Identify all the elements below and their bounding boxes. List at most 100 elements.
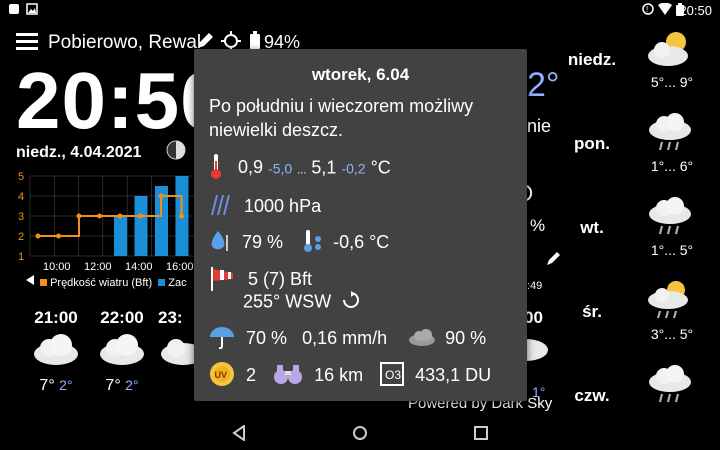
wind-point	[138, 213, 143, 219]
wind-point	[76, 213, 82, 219]
wind-direction-row: 255° WSW	[243, 291, 360, 314]
feels-min: -5,0	[268, 160, 293, 177]
wind-point	[158, 193, 164, 199]
status-time: 20:50	[679, 3, 712, 18]
moon-phase-icon	[166, 140, 186, 165]
day-temp: 1°... 5°	[650, 242, 694, 258]
precip-probability: 70 %	[246, 328, 288, 349]
current-temp-partial: 2°	[527, 66, 560, 104]
wind-point	[117, 213, 123, 219]
precip-rate: 0,16 mm/h	[302, 328, 388, 349]
alarm-icon: !	[642, 3, 654, 18]
day-detail-popup[interactable]: wtorek, 6.04 Po południu i wieczorem moż…	[194, 49, 527, 401]
location-title[interactable]: Pobierowo, Rewal	[48, 32, 201, 54]
edit-icon[interactable]	[546, 250, 562, 271]
x-tick-label: 16:00	[166, 261, 194, 273]
temp-max: 5,1	[311, 157, 337, 178]
uv-value: 2	[246, 365, 257, 386]
x-tick-label: 10:00	[43, 261, 71, 273]
condition-partial: nie	[527, 116, 552, 136]
day-temp: 1°... 6°	[650, 158, 694, 174]
image-notification-icon	[26, 3, 38, 18]
y-tick-label: 2	[18, 231, 24, 243]
wind-point	[97, 213, 102, 219]
current-date: niedz., 4.04.2021	[16, 144, 142, 161]
day-temp: 3°... 5°	[650, 326, 694, 342]
rain-cloud-icon	[646, 112, 694, 157]
wind-point	[56, 233, 61, 239]
hour-temp-low: 2°	[125, 377, 139, 393]
hourly-item[interactable]: 22:00 7° 2°	[92, 308, 152, 395]
time-partial: :49	[527, 280, 543, 292]
hourly-item[interactable]: 23:	[158, 308, 205, 371]
day-label: pon.	[574, 134, 610, 153]
wind-direction: 255° WSW	[243, 291, 332, 312]
x-tick-label: 12:00	[84, 261, 112, 273]
hour-label: 21:00	[34, 308, 78, 327]
cloud-icon	[158, 334, 205, 371]
notification-icon	[8, 3, 20, 18]
cloud-cover-value: 90 %	[445, 328, 487, 349]
wifi-icon	[658, 2, 672, 18]
extra-row: UV 2 16 km O3 433,1 DU	[209, 361, 491, 392]
x-tick-label: 14:00	[125, 261, 153, 273]
dewpoint-value: -0,6 °C	[333, 232, 390, 253]
cloud-icon	[26, 334, 86, 371]
wind-force: 5 (7) Bft	[248, 269, 313, 290]
temp-unit: °C	[370, 157, 391, 178]
humidity-value: 79 %	[242, 232, 284, 253]
sun-rain-icon	[646, 280, 694, 325]
temp-min: 0,9	[238, 157, 264, 178]
percent-partial: %	[530, 216, 546, 235]
day-label: niedz.	[567, 50, 617, 69]
rain-cloud-icon	[646, 196, 694, 241]
rain-cloud-icon	[646, 364, 694, 409]
day-label: wt.	[580, 218, 604, 237]
cloud-cover-icon	[408, 328, 436, 351]
bar	[134, 196, 148, 256]
back-icon[interactable]	[232, 424, 246, 446]
y-tick-label: 3	[18, 211, 24, 223]
legend-wind: Prędkość wiatru (Bft)	[50, 277, 153, 289]
sun-cloud-icon	[646, 28, 694, 73]
day-label: czw.	[574, 386, 610, 405]
uv-badge-text: UV	[215, 370, 228, 380]
chart-legend: Prędkość wiatru (Bft) Zac	[40, 277, 187, 289]
visibility-value: 16 km	[314, 365, 364, 386]
svg-text:!: !	[646, 5, 648, 14]
hourly-item[interactable]: 21:00 7° 2°	[26, 308, 86, 395]
umbrella-icon	[209, 325, 235, 354]
refresh-icon-partial	[526, 184, 539, 207]
y-tick-label: 4	[18, 191, 24, 203]
menu-icon[interactable]	[16, 32, 38, 55]
wind-point	[179, 213, 184, 219]
navigation-bar	[0, 420, 720, 450]
humidity-row: 79 % -0,6 °C	[209, 229, 389, 258]
home-icon[interactable]	[352, 425, 368, 446]
thermometer-icon	[209, 153, 223, 184]
y-tick-label: 1	[18, 251, 24, 263]
status-bar: ! 20:50	[0, 0, 720, 20]
recents-icon[interactable]	[474, 426, 488, 445]
ozone-badge-text: O3	[385, 368, 401, 382]
precipitation-row: 70 % 0,16 mm/h 90 %	[209, 325, 486, 354]
chart-scroll-left-icon[interactable]	[26, 272, 34, 290]
hour-label: 23:	[158, 308, 183, 327]
day-temp: 5°... 9°	[650, 74, 694, 90]
windsock-icon	[209, 265, 235, 296]
cloud-icon	[92, 334, 152, 371]
hour-temp: 7°	[105, 377, 121, 394]
popup-description: Po południu i wieczorem możliwy niewielk…	[209, 96, 474, 140]
pressure-icon	[209, 193, 233, 222]
ozone-value: 433,1 DU	[415, 365, 492, 386]
y-tick-label: 5	[18, 171, 24, 183]
dewpoint-icon	[300, 229, 324, 258]
temperature-row: 0,9 -5,0 ... 5,1 -0,2 °C	[209, 153, 391, 184]
hour-temp-low: 2°	[59, 377, 73, 393]
bar	[114, 216, 127, 256]
wind-point	[35, 233, 41, 239]
ozone-icon: O3	[380, 362, 405, 391]
hour-label: 22:00	[100, 308, 144, 327]
feels-max: -0,2	[341, 160, 366, 177]
day-label: śr.	[582, 302, 602, 321]
